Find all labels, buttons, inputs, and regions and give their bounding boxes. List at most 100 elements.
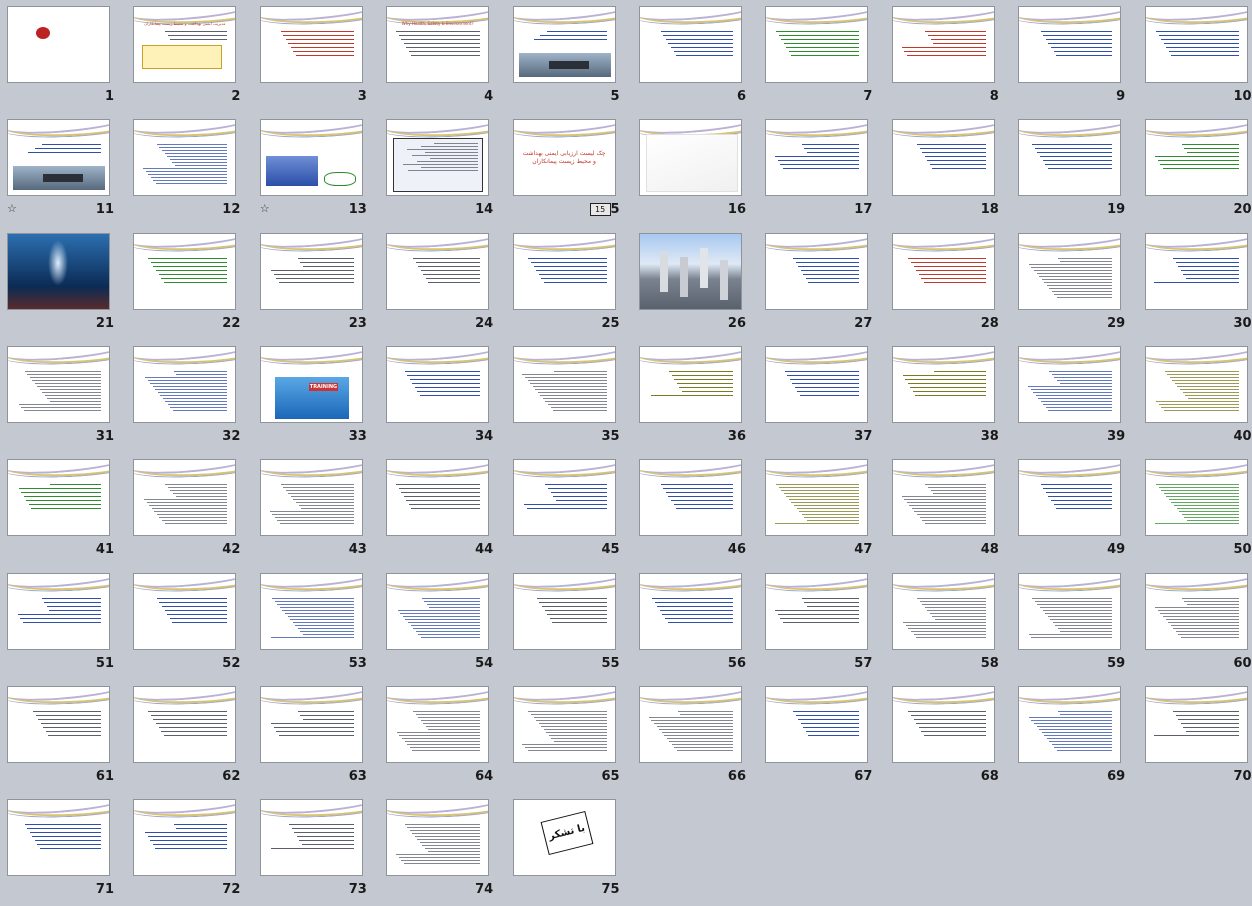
text-line (1155, 523, 1239, 525)
slide-thumbnail[interactable] (133, 459, 237, 537)
slide-thumbnail[interactable] (1144, 459, 1248, 537)
slide-thumbnail[interactable] (133, 119, 237, 197)
text-line (416, 161, 479, 163)
slide-thumbnail[interactable] (765, 345, 869, 423)
slide-thumbnail[interactable] (386, 799, 490, 877)
slide-thumbnail[interactable] (639, 232, 742, 310)
text-line (1031, 266, 1113, 268)
slide-number: 21 (95, 315, 114, 331)
text-line (143, 168, 228, 170)
slide-thumbnail[interactable] (1018, 572, 1122, 650)
slide-thumbnail[interactable] (7, 799, 110, 877)
slide-thumbnail[interactable] (133, 345, 237, 423)
slide-thumbnail[interactable] (259, 685, 363, 763)
slide-number: 52 (222, 655, 241, 671)
slide-thumbnail[interactable] (386, 459, 490, 537)
text-line (547, 613, 607, 615)
slide-thumbnail[interactable] (259, 119, 363, 197)
slide-thumbnail[interactable] (891, 232, 995, 310)
slide-thumbnail[interactable] (512, 572, 616, 650)
slide-thumbnail[interactable] (259, 232, 363, 310)
slide-thumbnail[interactable]: با تشکر (512, 799, 616, 877)
slide-number: 23 (348, 315, 367, 331)
slide-thumbnail[interactable] (765, 119, 869, 197)
slide-thumbnail[interactable] (259, 459, 363, 537)
slide-thumbnail[interactable] (639, 459, 742, 537)
text-line (808, 734, 860, 736)
slide-thumbnail[interactable] (639, 345, 742, 423)
text-line (1034, 722, 1113, 724)
slide-text-lines (398, 143, 479, 173)
slide-thumbnail[interactable] (765, 232, 869, 310)
slide-thumbnail[interactable] (639, 685, 742, 763)
text-line (541, 725, 607, 727)
slide-thumbnail[interactable] (386, 119, 490, 197)
slide-thumbnail[interactable] (386, 685, 490, 763)
slide-thumbnail[interactable] (133, 685, 237, 763)
slide-thumbnail[interactable] (765, 572, 869, 650)
slide-thumbnail[interactable]: Why Health, Safety & Environment? (386, 6, 490, 83)
slide-thumbnail[interactable] (7, 685, 110, 763)
slide-thumbnail[interactable]: چک لیست ارزیابی ایمنی بهداشت و محیط زیست… (512, 119, 616, 197)
slide-thumbnail[interactable] (639, 572, 742, 650)
slide-thumbnail[interactable] (1144, 119, 1248, 197)
slide-thumbnail[interactable] (891, 6, 995, 83)
slide-thumbnail[interactable] (1018, 232, 1122, 310)
slide-number: 65 (601, 768, 620, 784)
slide-thumbnail[interactable] (133, 799, 237, 877)
text-line (170, 490, 228, 492)
text-line (1168, 621, 1239, 623)
text-line (1164, 370, 1239, 372)
slide-thumbnail[interactable] (386, 572, 490, 650)
slide-thumbnail[interactable] (765, 459, 869, 537)
slide-thumbnail[interactable] (259, 6, 363, 83)
slide-number: 64 (475, 768, 494, 784)
slide-thumbnail[interactable] (1018, 119, 1122, 197)
slide-thumbnail[interactable] (1144, 6, 1248, 83)
text-line (407, 827, 481, 829)
text-line (1057, 627, 1113, 629)
slide-thumbnail[interactable] (512, 459, 616, 537)
slide-thumbnail[interactable] (259, 345, 363, 423)
slide-thumbnail[interactable] (259, 799, 363, 877)
slide-thumbnail[interactable] (7, 6, 110, 83)
slide-thumbnail[interactable] (1018, 459, 1122, 537)
slide-thumbnail[interactable] (133, 232, 237, 310)
slide-thumbnail[interactable] (891, 119, 995, 197)
slide-thumbnail[interactable] (891, 572, 995, 650)
slide-thumbnail[interactable] (765, 6, 869, 83)
slide-thumbnail[interactable] (891, 345, 995, 423)
slide-thumbnail[interactable] (765, 685, 869, 763)
slide-thumbnail[interactable] (7, 572, 110, 650)
slide-thumbnail[interactable] (1018, 6, 1122, 83)
slide-thumbnail[interactable] (7, 345, 110, 423)
slide-thumbnail[interactable] (386, 345, 490, 423)
slide-text-lines (142, 370, 228, 413)
slide-thumbnail[interactable] (639, 6, 742, 83)
slide-thumbnail[interactable] (1144, 345, 1248, 423)
slide-thumbnail[interactable]: مدیریت ایمنی بهداشت و محیط زیست پیمانکار… (133, 6, 237, 83)
slide-thumbnail[interactable] (1144, 232, 1248, 310)
slide-thumbnail[interactable] (7, 232, 110, 310)
slide-thumbnail[interactable] (133, 572, 237, 650)
slide-thumbnail[interactable] (7, 459, 110, 537)
slide-thumbnail[interactable] (512, 345, 616, 423)
slide-thumbnail[interactable] (259, 572, 363, 650)
slide-thumbnail[interactable] (891, 685, 995, 763)
slide-thumbnail[interactable] (512, 6, 616, 83)
slide-thumbnail[interactable] (512, 232, 616, 310)
text-line (797, 390, 860, 392)
slide-thumbnail[interactable] (1144, 572, 1248, 650)
slide-thumbnail[interactable] (386, 232, 490, 310)
slide-thumbnail[interactable] (891, 459, 995, 537)
text-line (924, 156, 986, 158)
slide-thumbnail[interactable] (1018, 685, 1122, 763)
slide-thumbnail[interactable] (1018, 345, 1122, 423)
text-line (173, 370, 228, 372)
text-line (287, 615, 354, 617)
slide-thumbnail[interactable] (7, 119, 110, 197)
text-line (651, 719, 733, 721)
slide-thumbnail[interactable] (512, 685, 616, 763)
slide-thumbnail[interactable] (1144, 685, 1248, 763)
slide-thumbnail[interactable] (639, 119, 742, 197)
